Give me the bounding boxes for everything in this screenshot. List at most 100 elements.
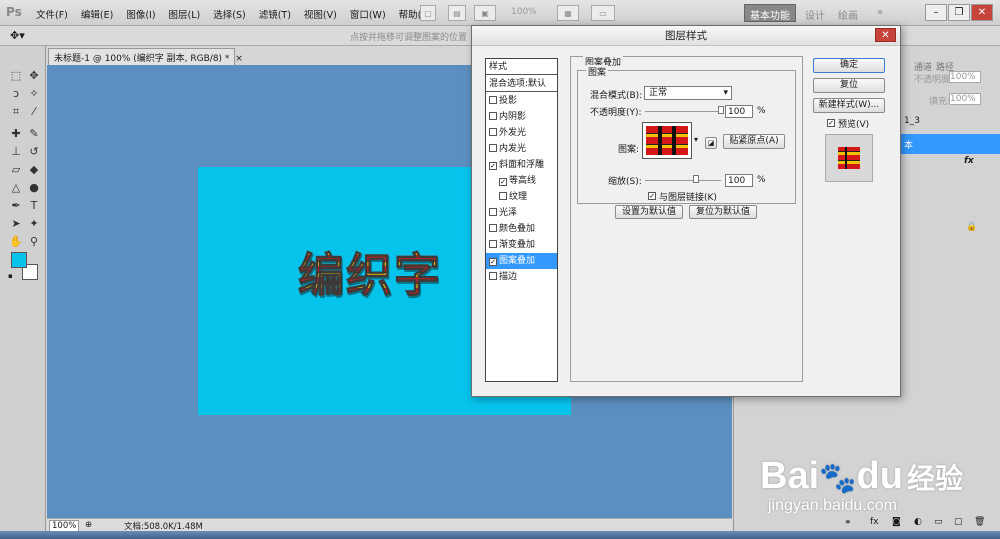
delete-layer-icon[interactable]: 🗑 — [974, 517, 985, 527]
inner-shadow-checkbox[interactable] — [489, 112, 497, 120]
pattern-overlay-checkbox[interactable]: ✓ — [489, 258, 497, 266]
path-select-icon[interactable]: ➤ — [8, 216, 24, 232]
new-preset-icon[interactable]: ◪ — [705, 137, 717, 149]
menu-filter[interactable]: 滤镜(T) — [259, 7, 291, 21]
workspace-more[interactable]: » — [877, 7, 883, 18]
dialog-close-button[interactable]: ✕ — [875, 28, 896, 42]
status-icon[interactable]: ⊕ — [85, 520, 92, 530]
close-window-button[interactable]: ✕ — [971, 4, 993, 21]
foreground-color-swatch[interactable] — [11, 252, 27, 268]
crop-tool-icon[interactable]: ⌗ — [8, 104, 24, 120]
new-layer-icon[interactable]: ▢ — [954, 517, 963, 527]
zoom-level[interactable]: 100% — [511, 7, 537, 17]
pattern-picker[interactable] — [642, 122, 692, 159]
panel-fill-value[interactable]: 100% — [949, 93, 981, 105]
style-item-satin[interactable]: 光泽 — [486, 205, 557, 221]
view-extras-button[interactable]: ▣ — [474, 5, 496, 21]
style-item-contour[interactable]: ✓ 等高线 — [486, 173, 557, 189]
shape-tool-icon[interactable]: ✦ — [26, 216, 42, 232]
type-tool-icon[interactable]: T — [26, 198, 42, 214]
bridge-button[interactable]: ▢ — [420, 5, 436, 21]
stroke-checkbox[interactable] — [489, 272, 497, 280]
adjustment-icon[interactable]: ◐ — [914, 517, 922, 527]
layer-name-1[interactable]: 1_3 — [904, 116, 920, 126]
opacity-slider-thumb[interactable] — [718, 106, 724, 114]
document-tab[interactable]: 未标题-1 @ 100% (编织字 副本, RGB/8) * × — [48, 48, 243, 65]
zoom-tool-icon[interactable]: ⚲ — [26, 234, 42, 250]
reset-button[interactable]: 复位 — [813, 78, 885, 93]
scale-input[interactable]: 100 — [725, 174, 753, 187]
menu-file[interactable]: 文件(F) — [36, 7, 68, 21]
menu-select[interactable]: 选择(S) — [213, 7, 245, 21]
default-colors-icon[interactable]: ▪ — [8, 272, 13, 280]
scale-slider-thumb[interactable] — [692, 175, 699, 183]
workspace-design[interactable]: 设计 — [805, 7, 825, 22]
menu-view[interactable]: 视图(V) — [304, 7, 337, 21]
workspace-essentials[interactable]: 基本功能 — [744, 4, 796, 22]
pen-tool-icon[interactable]: ✒ — [8, 198, 24, 214]
style-item-inner-glow[interactable]: 内发光 — [486, 141, 557, 157]
opacity-slider-track[interactable] — [645, 111, 721, 112]
preview-checkbox[interactable]: ✓ — [827, 119, 835, 127]
workspace-painting[interactable]: 绘画 — [838, 7, 858, 22]
arrange-docs-button[interactable]: ▦ — [557, 5, 579, 21]
style-item-stroke[interactable]: 描边 — [486, 269, 557, 285]
snap-to-origin-button[interactable]: 贴紧原点(A) — [723, 134, 785, 149]
style-item-color-overlay[interactable]: 颜色叠加 — [486, 221, 557, 237]
contour-checkbox[interactable]: ✓ — [499, 178, 507, 186]
bevel-emboss-checkbox[interactable]: ✓ — [489, 162, 497, 170]
move-tool-preset-icon[interactable]: ✥▾ — [10, 29, 25, 42]
marquee-tool-icon[interactable]: ⬚ — [8, 68, 24, 84]
panel-tab-channels[interactable]: 通道 — [914, 60, 932, 73]
brush-tool-icon[interactable]: ✎ — [26, 126, 42, 142]
drop-shadow-checkbox[interactable] — [489, 96, 497, 104]
screen-mode-button[interactable]: ▭ — [591, 5, 615, 21]
menu-window[interactable]: 窗口(W) — [350, 7, 386, 21]
opacity-input[interactable]: 100 — [725, 105, 753, 118]
new-style-button[interactable]: 新建样式(W)... — [813, 98, 885, 113]
blur-tool-icon[interactable]: △ — [8, 180, 24, 196]
restore-button[interactable]: ❐ — [948, 4, 970, 21]
style-item-drop-shadow[interactable]: 投影 — [486, 93, 557, 109]
add-fx-icon[interactable]: fx — [870, 517, 879, 527]
clone-stamp-icon[interactable]: ⊥ — [8, 144, 24, 160]
eyedropper-icon[interactable]: ⁄ — [26, 104, 42, 120]
add-mask-icon[interactable]: ◙ — [892, 517, 901, 527]
healing-brush-icon[interactable]: ✚ — [8, 126, 24, 142]
style-item-pattern-overlay[interactable]: ✓ 图案叠加 — [486, 253, 557, 269]
set-default-button[interactable]: 设置为默认值 — [615, 205, 683, 219]
reset-default-button[interactable]: 复位为默认值 — [689, 205, 757, 219]
color-overlay-checkbox[interactable] — [489, 224, 497, 232]
hand-tool-icon[interactable]: ✋ — [8, 234, 24, 250]
blend-mode-select[interactable]: 正常 ▾ — [644, 86, 732, 100]
ok-button[interactable]: 确定 — [813, 58, 885, 73]
eraser-icon[interactable]: ▱ — [8, 162, 24, 178]
menu-image[interactable]: 图像(I) — [126, 7, 155, 21]
style-item-texture[interactable]: 纹理 — [486, 189, 557, 205]
gradient-overlay-checkbox[interactable] — [489, 240, 497, 248]
move-tool-icon[interactable]: ✥ — [26, 68, 42, 84]
lasso-tool-icon[interactable]: ↄ — [8, 86, 24, 102]
texture-checkbox[interactable] — [499, 192, 507, 200]
new-group-icon[interactable]: ▭ — [934, 517, 943, 527]
history-brush-icon[interactable]: ↺ — [26, 144, 42, 160]
fx-icon[interactable]: fx — [964, 156, 974, 166]
style-item-outer-glow[interactable]: 外发光 — [486, 125, 557, 141]
style-item-gradient-overlay[interactable]: 渐变叠加 — [486, 237, 557, 253]
outer-glow-checkbox[interactable] — [489, 128, 497, 136]
link-with-layer-checkbox[interactable]: ✓ — [648, 192, 656, 200]
style-item-inner-shadow[interactable]: 内阴影 — [486, 109, 557, 125]
dodge-tool-icon[interactable]: ● — [26, 180, 42, 196]
panel-tab-paths[interactable]: 路径 — [936, 60, 954, 73]
inner-glow-checkbox[interactable] — [489, 144, 497, 152]
scale-slider-track[interactable] — [645, 180, 721, 181]
blending-options-item[interactable]: 混合选项:默认 — [486, 76, 557, 92]
menu-layer[interactable]: 图层(L) — [169, 7, 201, 21]
close-tab-icon[interactable]: × — [235, 54, 243, 64]
lock-icon[interactable]: 🔒 — [966, 222, 977, 232]
style-item-bevel-emboss[interactable]: ✓ 斜面和浮雕 — [486, 157, 557, 173]
link-layers-icon[interactable]: ⚭ — [844, 518, 852, 528]
magic-wand-icon[interactable]: ✧ — [26, 86, 42, 102]
selected-layer-row[interactable]: 本 — [901, 134, 1000, 154]
minibridge-button[interactable]: ▤ — [448, 5, 466, 21]
